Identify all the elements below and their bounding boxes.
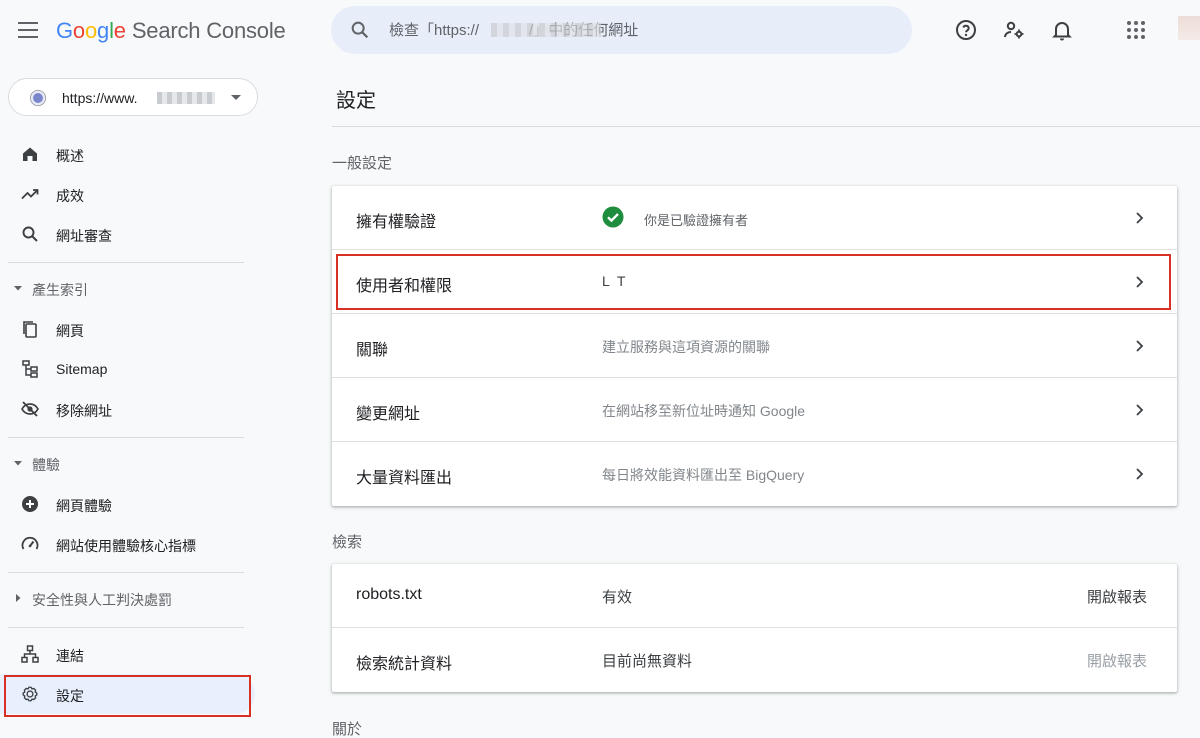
nav-overview-label: 概述 bbox=[56, 148, 84, 164]
row-label: 關聯 bbox=[356, 342, 389, 359]
row-value: 在網站移至新位址時通知 Google bbox=[602, 403, 806, 419]
row-change-of-address[interactable]: 變更網址 在網站移至新位址時通知 Google bbox=[332, 378, 1177, 442]
nav-url-inspection-label: 網址審查 bbox=[56, 228, 112, 244]
highlight-box-users-permissions bbox=[336, 254, 1171, 310]
nav-sitemaps-label: Sitemap bbox=[56, 361, 108, 377]
nav-url-inspection[interactable]: 網址審查 bbox=[0, 214, 255, 254]
sidebar-divider bbox=[8, 572, 244, 573]
collapse-arrow-icon bbox=[14, 461, 22, 466]
about-header: 關於 bbox=[332, 721, 363, 738]
sidebar-divider bbox=[8, 627, 244, 628]
apps-grid-icon[interactable] bbox=[1124, 18, 1148, 42]
chevron-right-icon[interactable] bbox=[1132, 336, 1148, 356]
row-value: 有效 bbox=[602, 589, 633, 606]
row-ownership-verification[interactable]: 擁有權驗證 你是已驗證擁有者 bbox=[332, 186, 1177, 250]
nav-core-web-vitals-label: 網站使用體驗核心指標 bbox=[56, 538, 196, 554]
row-bulk-data-export[interactable]: 大量資料匯出 每日將效能資料匯出至 BigQuery bbox=[332, 442, 1177, 506]
row-label: robots.txt bbox=[356, 586, 422, 603]
section-experience[interactable]: 體驗 bbox=[0, 449, 255, 479]
help-icon[interactable] bbox=[954, 18, 978, 42]
section-indexing-label: 產生索引 bbox=[32, 282, 88, 298]
property-url: https://www. bbox=[62, 90, 138, 106]
speed-gauge-icon bbox=[21, 536, 39, 550]
search-input[interactable] bbox=[389, 18, 869, 42]
row-label: 擁有權驗證 bbox=[356, 214, 437, 231]
globe-icon bbox=[29, 89, 47, 107]
sidebar: https://www. 概述 成效 網址審查 產生索引 網頁 Sitemap … bbox=[0, 62, 258, 738]
row-label: 大量資料匯出 bbox=[356, 470, 453, 487]
sidebar-divider bbox=[8, 437, 244, 438]
property-selector[interactable]: https://www. bbox=[8, 78, 258, 116]
nav-removals-label: 移除網址 bbox=[56, 403, 112, 419]
collapse-arrow-icon bbox=[14, 286, 22, 291]
section-security-label: 安全性與人工判決處罰 bbox=[32, 592, 172, 608]
crawling-header: 檢索 bbox=[332, 534, 363, 551]
nav-links[interactable]: 連結 bbox=[0, 634, 255, 674]
highlight-box-settings bbox=[4, 675, 251, 717]
search-icon bbox=[22, 226, 38, 242]
general-settings-card: 擁有權驗證 你是已驗證擁有者 使用者和權限 L T 關聯 建立服務與這項資源的關… bbox=[332, 186, 1177, 506]
dropdown-arrow-icon[interactable] bbox=[231, 95, 241, 100]
general-settings-header: 一般設定 bbox=[332, 155, 393, 172]
row-label: 檢索統計資料 bbox=[356, 656, 453, 673]
redacted-property bbox=[157, 92, 215, 104]
title-divider bbox=[332, 126, 1200, 127]
nav-overview[interactable]: 概述 bbox=[0, 134, 255, 174]
row-crawl-stats: 檢索統計資料 目前尚無資料 開啟報表 bbox=[332, 628, 1177, 692]
row-value: 建立服務與這項資源的關聯 bbox=[602, 339, 770, 355]
add-circle-icon bbox=[22, 496, 38, 512]
nav-links-label: 連結 bbox=[56, 648, 84, 664]
search-icon[interactable] bbox=[349, 19, 371, 41]
sidebar-divider bbox=[8, 262, 244, 263]
links-network-icon bbox=[21, 645, 39, 663]
row-value: 每日將效能資料匯出至 BigQuery bbox=[602, 467, 805, 483]
user-settings-icon[interactable] bbox=[1002, 18, 1026, 42]
nav-removals[interactable]: 移除網址 bbox=[0, 389, 255, 429]
redacted-domain bbox=[491, 23, 601, 37]
verified-check-icon bbox=[602, 206, 624, 228]
home-icon bbox=[23, 147, 37, 161]
nav-page-experience-label: 網頁體驗 bbox=[56, 498, 112, 514]
notifications-bell-icon[interactable] bbox=[1050, 18, 1074, 42]
row-robots-txt: robots.txt 有效 開啟報表 bbox=[332, 564, 1177, 628]
row-associations[interactable]: 關聯 建立服務與這項資源的關聯 bbox=[332, 314, 1177, 378]
section-experience-label: 體驗 bbox=[32, 457, 60, 473]
nav-pages-label: 網頁 bbox=[56, 323, 84, 339]
nav-sitemaps[interactable]: Sitemap bbox=[0, 349, 255, 389]
section-indexing[interactable]: 產生索引 bbox=[0, 274, 255, 304]
row-value: 目前尚無資料 bbox=[602, 653, 693, 670]
section-security[interactable]: 安全性與人工判決處罰 bbox=[0, 584, 255, 614]
main-menu-icon[interactable] bbox=[18, 22, 38, 38]
row-label: 變更網址 bbox=[356, 406, 421, 423]
nav-page-experience[interactable]: 網頁體驗 bbox=[0, 484, 255, 524]
open-report-button[interactable]: 開啟報表 bbox=[1087, 586, 1147, 607]
top-app-bar: Google Search Console bbox=[0, 0, 1200, 62]
nav-pages[interactable]: 網頁 bbox=[0, 309, 255, 349]
open-report-button-disabled: 開啟報表 bbox=[1086, 653, 1147, 670]
nav-performance-label: 成效 bbox=[56, 188, 84, 204]
chevron-right-icon[interactable] bbox=[1132, 400, 1148, 420]
pages-copy-icon bbox=[23, 321, 37, 338]
page-title: 設定 bbox=[336, 90, 376, 112]
nav-performance[interactable]: 成效 bbox=[0, 174, 255, 214]
sitemap-icon bbox=[22, 360, 38, 378]
chevron-right-icon[interactable] bbox=[1132, 208, 1148, 228]
chevron-right-icon[interactable] bbox=[1132, 464, 1148, 484]
account-avatar[interactable] bbox=[1178, 16, 1200, 40]
search-console-logo[interactable]: Google Search Console bbox=[56, 18, 286, 44]
visibility-off-icon bbox=[21, 401, 39, 417]
expand-arrow-icon bbox=[16, 594, 21, 602]
crawling-card: robots.txt 有效 開啟報表 檢索統計資料 目前尚無資料 開啟報表 bbox=[332, 564, 1177, 692]
trending-up-icon bbox=[21, 189, 39, 200]
row-value: 你是已驗證擁有者 bbox=[644, 213, 749, 228]
url-inspection-search-bar[interactable] bbox=[331, 6, 912, 54]
nav-core-web-vitals[interactable]: 網站使用體驗核心指標 bbox=[0, 524, 255, 564]
